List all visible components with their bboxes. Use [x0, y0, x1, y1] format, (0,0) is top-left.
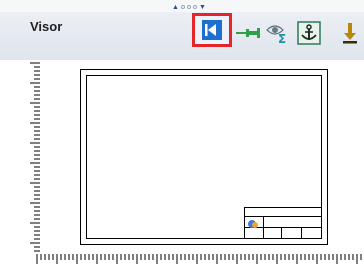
panel-pager[interactable]: ▲ ▼: [172, 2, 206, 12]
collapse-panel-button[interactable]: [192, 13, 232, 47]
pager-dot[interactable]: [180, 5, 185, 9]
pager-dot[interactable]: [186, 5, 191, 9]
pager-dot[interactable]: [192, 5, 197, 9]
download-button[interactable]: [340, 20, 360, 46]
title-block-header-row: [245, 208, 321, 217]
company-logo-icon: [248, 220, 258, 228]
horizontal-ruler: [36, 254, 362, 264]
pager-down-arrow-icon[interactable]: ▼: [199, 4, 206, 11]
title-block-divider: [263, 217, 264, 239]
title-block-divider: [281, 228, 282, 239]
download-arrow-icon: [343, 23, 357, 44]
title-block[interactable]: [244, 207, 322, 239]
pager-up-arrow-icon[interactable]: ▲: [172, 4, 179, 11]
pin-button[interactable]: [236, 25, 260, 41]
anchor-button[interactable]: [296, 20, 322, 46]
vertical-ruler: [30, 62, 40, 252]
eye-sum-icon: Σ: [266, 25, 286, 45]
svg-text:Σ: Σ: [278, 32, 286, 45]
anchor-icon: [297, 21, 321, 45]
sheet-border: [86, 75, 322, 239]
pin-icon: [236, 28, 260, 38]
collapse-left-icon: [202, 20, 222, 40]
view-sum-button[interactable]: Σ: [266, 20, 290, 46]
title-block-divider: [301, 228, 302, 239]
panel-title: Visor: [30, 19, 63, 34]
drawing-sheet[interactable]: [80, 69, 328, 245]
